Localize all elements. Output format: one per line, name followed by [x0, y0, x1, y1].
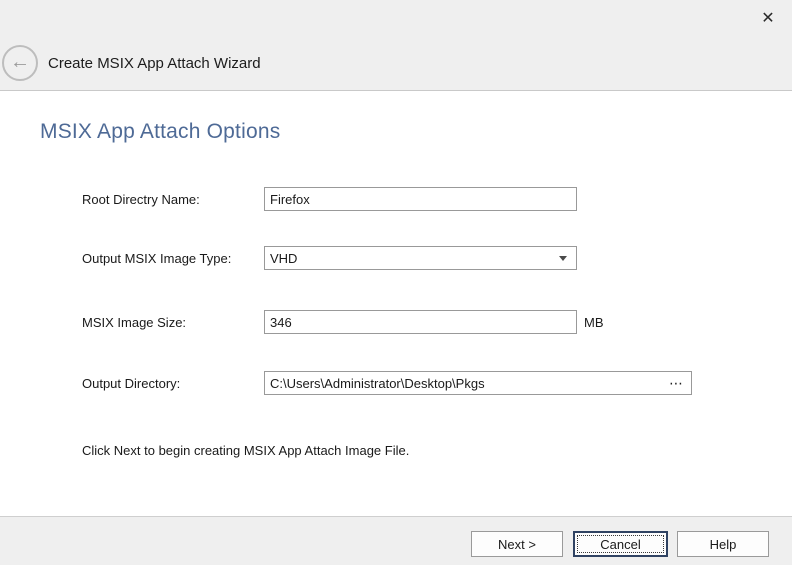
image-size-unit: MB — [584, 315, 604, 330]
close-button[interactable]: ✕ — [756, 6, 780, 30]
wizard-header: ← Create MSIX App Attach Wizard — [0, 0, 792, 91]
next-button[interactable]: Next > — [471, 531, 563, 557]
image-type-label: Output MSIX Image Type: — [82, 251, 231, 267]
cancel-button[interactable]: Cancel — [573, 531, 668, 557]
output-directory-input[interactable] — [264, 371, 692, 395]
wizard-title: Create MSIX App Attach Wizard — [48, 55, 261, 72]
help-button[interactable]: Help — [677, 531, 769, 557]
close-icon: ✕ — [761, 8, 774, 28]
image-type-dropdown[interactable]: VHD — [264, 246, 577, 270]
wizard-window: ← Create MSIX App Attach Wizard ✕ MSIX A… — [0, 0, 792, 565]
back-arrow-icon: ← — [10, 52, 30, 72]
browse-button[interactable]: ⋯ — [664, 372, 688, 394]
root-directory-input[interactable] — [264, 187, 577, 211]
image-size-input[interactable] — [264, 310, 577, 334]
back-button[interactable]: ← — [2, 45, 38, 81]
instruction-text: Click Next to begin creating MSIX App At… — [82, 443, 409, 458]
chevron-down-icon — [559, 256, 567, 261]
output-directory-label: Output Directory: — [82, 376, 180, 392]
ellipsis-icon: ⋯ — [669, 375, 683, 392]
page-title: MSIX App Attach Options — [40, 120, 280, 144]
root-directory-label: Root Directry Name: — [82, 192, 200, 208]
image-type-value: VHD — [270, 251, 559, 266]
footer-bar: Next > Cancel Help — [0, 516, 792, 565]
image-size-label: MSIX Image Size: — [82, 315, 186, 331]
